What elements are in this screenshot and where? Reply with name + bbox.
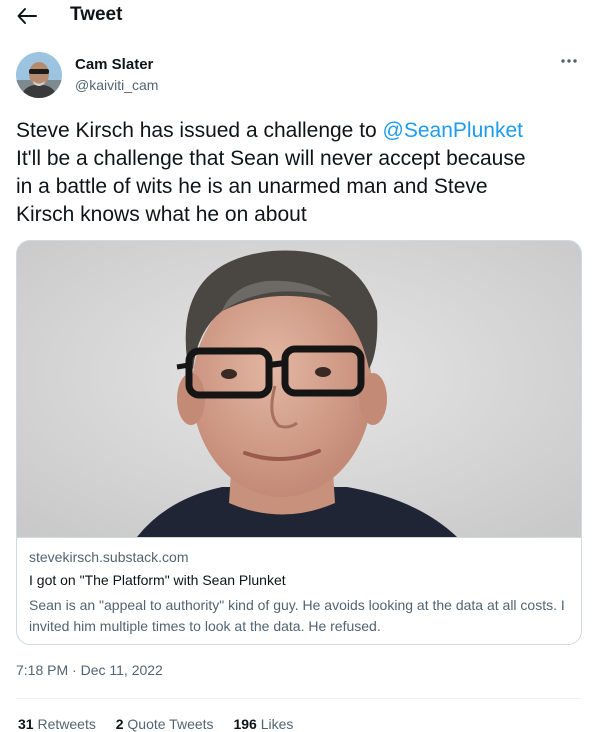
tweet-text-line-3: in a battle of wits he is an unarmed man… (16, 175, 488, 198)
likes-label: Likes (260, 716, 294, 732)
card-image (17, 241, 581, 537)
arrow-left-icon (17, 8, 37, 24)
likes-link[interactable]: 196 Likes (233, 716, 293, 732)
avatar[interactable] (16, 52, 62, 98)
tweet-header: Tweet (0, 0, 597, 34)
link-preview-card[interactable]: stevekirsch.substack.com I got on "The P… (16, 240, 582, 645)
tweet-date-link[interactable]: Dec 11, 2022 (81, 662, 163, 678)
back-button[interactable] (16, 6, 38, 26)
tweet-time-link[interactable]: 7:18 PM (16, 662, 68, 678)
tweet-text-line-4: Kirsch knows what he on about (16, 203, 307, 226)
quote-tweets-label: Quote Tweets (127, 716, 214, 732)
author-handle: @kaiviti_cam (75, 77, 159, 93)
tweet-author: Cam Slater @kaiviti_cam (16, 52, 581, 100)
card-description: Sean is an "appeal to authority" kind of… (29, 597, 565, 634)
retweets-label: Retweets (37, 716, 96, 732)
divider (16, 698, 581, 699)
quote-tweets-count: 2 (115, 716, 124, 732)
quote-tweets-link[interactable]: 2 Quote Tweets (116, 716, 214, 732)
card-domain: stevekirsch.substack.com (29, 549, 189, 565)
likes-count: 196 (233, 716, 257, 732)
card-title: I got on "The Platform" with Sean Plunke… (29, 572, 286, 588)
mention-link[interactable]: @SeanPlunket (383, 119, 523, 142)
tweet-timestamp: 7:18 PM · Dec 11, 2022 (16, 662, 163, 678)
more-horizontal-icon (561, 59, 577, 63)
card-divider (17, 537, 581, 538)
more-options-button[interactable] (559, 54, 579, 68)
retweets-count: 31 (18, 716, 34, 732)
tweet-text-line-2: It'll be a challenge that Sean will neve… (16, 147, 526, 170)
tweet-text: Steve Kirsch has issued a challenge to @… (16, 117, 586, 229)
retweets-link[interactable]: 31 Retweets (18, 716, 96, 732)
tweet-text-line-1: Steve Kirsch has issued a challenge to (16, 119, 383, 142)
page-title: Tweet (70, 4, 123, 25)
timestamp-separator: · (68, 662, 81, 678)
engagement-stats: 31 Retweets 2 Quote Tweets 196 Likes (18, 716, 309, 732)
author-name[interactable]: Cam Slater (75, 56, 153, 73)
